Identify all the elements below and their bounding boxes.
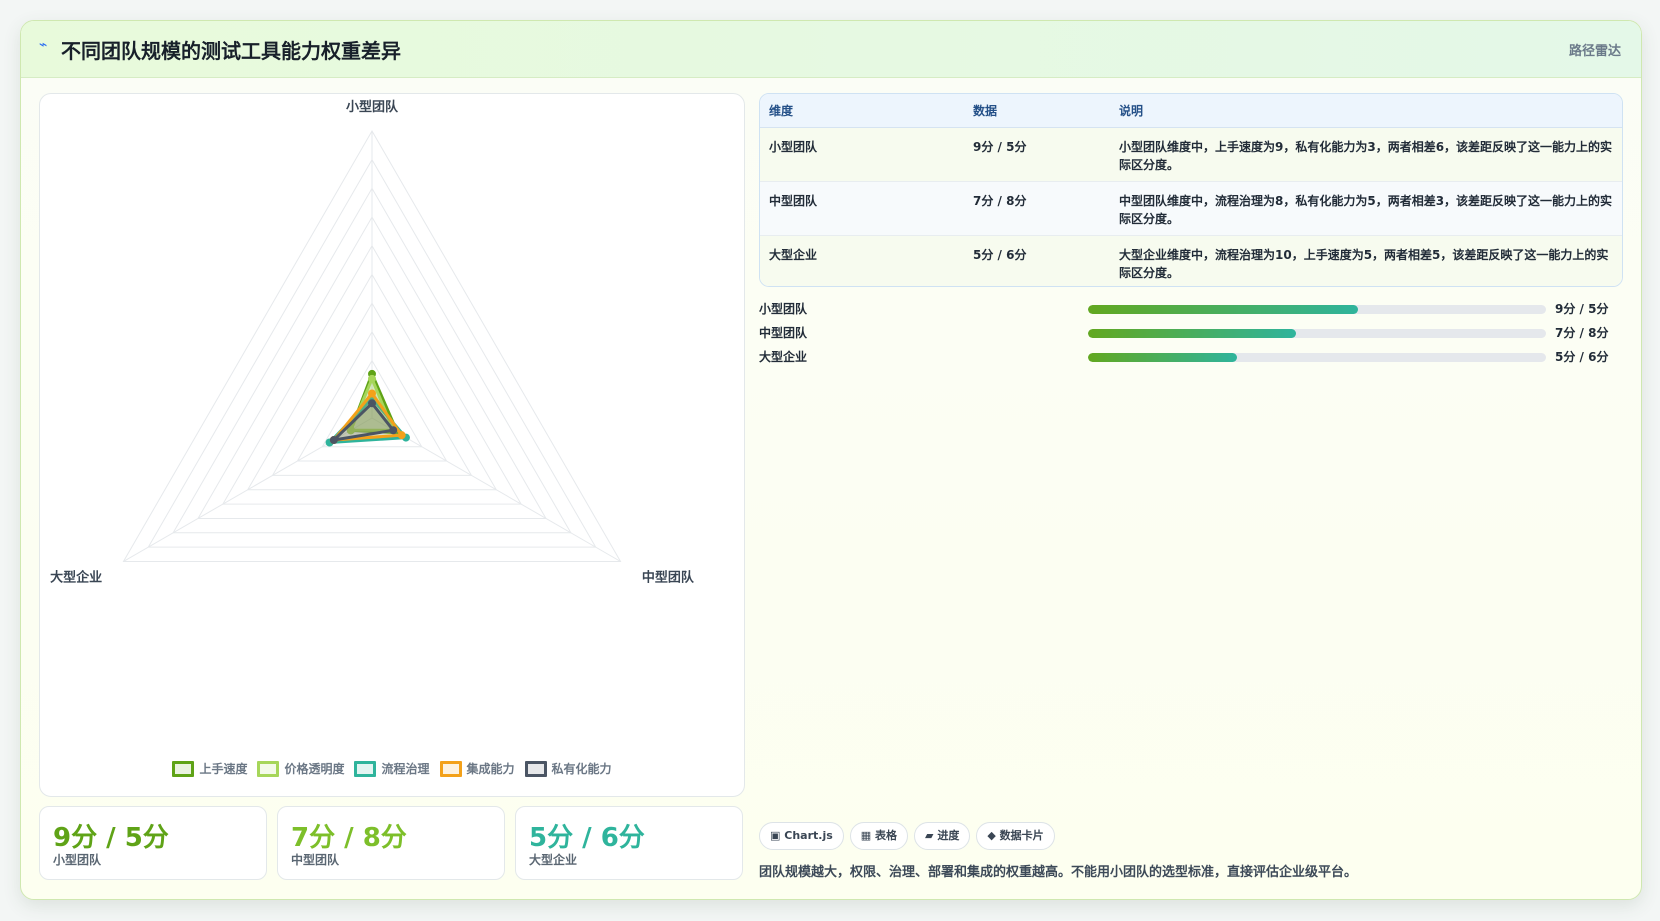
progress-fill	[1088, 305, 1359, 314]
legend-item[interactable]: 上手速度	[172, 760, 247, 777]
progress-value: 5分 / 6分	[1555, 350, 1609, 364]
kpi-card-small: 9分 / 5分 小型团队	[39, 806, 267, 880]
legend-swatch	[354, 760, 377, 777]
diamond-icon: ◆	[987, 829, 996, 842]
radar-chart-panel: 小型团队中型团队 大型企业 上手速度 价格透明度 流程治理 集成能力 私有化能力	[39, 93, 745, 797]
tag-label: Chart.js	[784, 829, 833, 842]
table-header-data: 数据	[964, 94, 1110, 128]
dashboard-card: ⌁ 不同团队规模的测试工具能力权重差异 路径雷达 小型团队 中型团队 大型企业 上手…	[20, 20, 1642, 900]
table-row: 中型团队 7分 / 8分 中型团队维度中，流程治理为8，私有化能力为5，两者相差…	[760, 181, 1622, 236]
data-point	[389, 426, 398, 435]
table-cell: 小型团队维度中，上手速度为9，私有化能力为3，两者相差6，该差距反映了这一能力上…	[1110, 127, 1622, 182]
chart-type-badge: 路径雷达	[1568, 44, 1621, 59]
axis-label: 中型团队	[642, 570, 695, 586]
tag-label: 表格	[875, 829, 898, 842]
progress-row-medium: 中型团队 7分 / 8分	[759, 321, 1621, 345]
data-point	[368, 374, 376, 383]
axis-label: 小型团队	[346, 99, 399, 115]
summary-note: 团队规模越大，权限、治理、部署和集成的权重越高。不能用小团队的选型标准，直接评估…	[759, 865, 1358, 880]
legend-item[interactable]: 流程治理	[354, 760, 430, 777]
legend-swatch	[524, 760, 547, 777]
tag-progress[interactable]: ▰ 进度	[914, 822, 971, 850]
data-point	[368, 389, 376, 398]
progress-fill	[1088, 353, 1237, 362]
page-title: 不同团队规模的测试工具能力权重差异	[61, 39, 401, 63]
progress-track	[1088, 353, 1546, 362]
data-point	[368, 399, 376, 408]
table-header-description: 说明	[1110, 94, 1622, 128]
kpi-value: 5分 / 6分	[529, 823, 645, 853]
legend-label: 上手速度	[199, 762, 248, 776]
data-point	[397, 431, 406, 440]
data-point	[329, 436, 338, 445]
legend-item[interactable]: 私有化能力	[524, 760, 612, 777]
kpi-value: 7分 / 8分	[291, 823, 407, 853]
radar-chart: 小型团队中型团队 大型企业	[50, 99, 695, 586]
kpi-label: 中型团队	[291, 853, 340, 867]
chart-legend: 上手速度 价格透明度 流程治理 集成能力 私有化能力	[40, 760, 744, 780]
progress-row-large: 大型企业 5分 / 6分	[759, 345, 1621, 369]
progress-fill	[1088, 329, 1297, 338]
table-row: 大型企业 5分 / 6分 大型企业维度中，流程治理为10，上手速度为5，两者相差…	[760, 235, 1622, 286]
legend-swatch	[439, 760, 462, 777]
legend-label: 价格透明度	[284, 762, 345, 776]
progress-track	[1088, 329, 1546, 338]
legend-item[interactable]: 集成能力	[439, 760, 515, 777]
progress-value: 7分 / 8分	[1555, 326, 1609, 340]
chart-icon: ▣	[770, 829, 781, 842]
table-icon: ▦	[860, 829, 872, 842]
table-cell: 大型企业维度中，流程治理为10，上手速度为5，两者相差5，该差距反映了这一能力上…	[1110, 235, 1622, 286]
table-cell: 大型企业	[760, 235, 964, 286]
kpi-card-large: 5分 / 6分 大型企业	[515, 806, 743, 880]
progress-row-small: 小型团队 9分 / 5分	[759, 297, 1621, 321]
bolt-icon: ⌁	[39, 37, 48, 53]
kpi-label: 小型团队	[53, 853, 102, 867]
table-cell: 中型团队	[760, 181, 964, 236]
progress-label: 大型企业	[759, 350, 808, 364]
table-header-dimension: 维度	[760, 94, 964, 128]
table-cell: 小型团队	[760, 127, 964, 182]
legend-item[interactable]: 价格透明度	[257, 760, 344, 777]
tag-data-card[interactable]: ◆ 数据卡片	[976, 822, 1055, 850]
progress-value: 9分 / 5分	[1555, 302, 1609, 316]
legend-swatch	[172, 760, 195, 777]
kpi-value: 9分 / 5分	[53, 823, 169, 853]
progress-label: 中型团队	[759, 326, 808, 340]
table-row: 小型团队 9分 / 5分 小型团队维度中，上手速度为9，私有化能力为3，两者相差…	[760, 127, 1622, 182]
progress-icon: ▰	[925, 829, 934, 842]
tag-label: 进度	[937, 829, 960, 842]
tag-label: 数据卡片	[999, 829, 1044, 842]
kpi-label: 大型企业	[529, 853, 578, 867]
tag-table[interactable]: ▦ 表格	[849, 822, 909, 850]
header-bar: ⌁ 不同团队规模的测试工具能力权重差异 路径雷达	[21, 21, 1641, 78]
progress-label: 小型团队	[759, 302, 808, 316]
progress-track	[1088, 305, 1546, 314]
table-cell: 7分 / 8分	[964, 181, 1110, 236]
table-cell: 5分 / 6分	[964, 235, 1110, 286]
tag-chartjs[interactable]: ▣ Chart.js	[759, 822, 844, 850]
axis-label: 大型企业	[50, 570, 102, 586]
legend-label: 私有化能力	[551, 762, 612, 776]
tag-list: ▣ Chart.js ▦ 表格 ▰ 进度 ◆ 数据卡片	[759, 822, 1061, 850]
data-table: 维度 数据 说明 小型团队 9分 / 5分 小型团队维度中，上手速度为9，私有化…	[759, 93, 1623, 287]
legend-swatch	[257, 760, 280, 777]
table-cell: 中型团队维度中，流程治理为8，私有化能力为5，两者相差3，该差距反映了这一能力上…	[1110, 181, 1622, 236]
table-cell: 9分 / 5分	[964, 127, 1110, 182]
legend-label: 集成能力	[466, 762, 515, 776]
legend-label: 流程治理	[381, 762, 430, 776]
kpi-card-medium: 7分 / 8分 中型团队	[277, 806, 505, 880]
